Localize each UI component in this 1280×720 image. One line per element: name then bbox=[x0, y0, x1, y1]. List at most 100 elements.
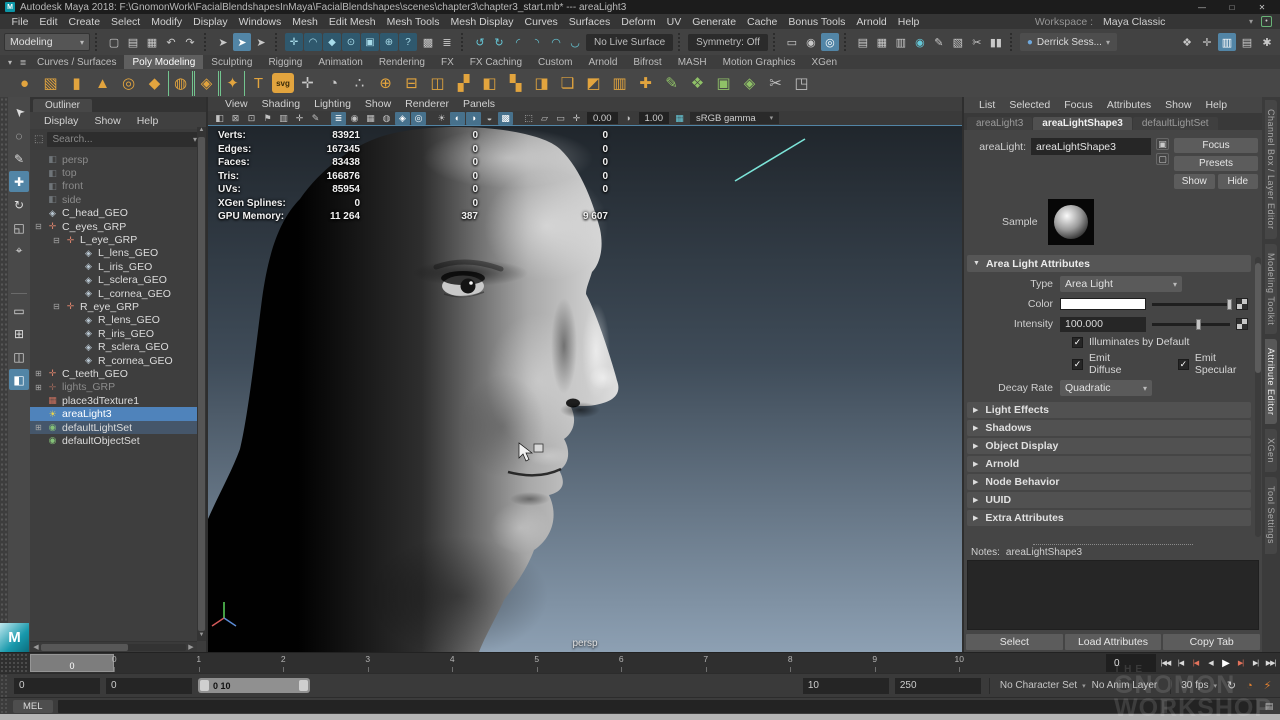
menu-item[interactable]: Display bbox=[36, 115, 86, 127]
range-end-handle[interactable] bbox=[299, 680, 308, 691]
origin-locator-icon[interactable]: ∴ bbox=[347, 71, 372, 96]
shelf-tab[interactable]: Rendering bbox=[371, 55, 433, 69]
menu-item[interactable]: Bonus Tools bbox=[783, 16, 851, 28]
poly-plane-icon[interactable]: ◆ bbox=[142, 71, 167, 96]
mirror-icon[interactable]: ◩ bbox=[581, 71, 606, 96]
cmdline-dock-handle[interactable] bbox=[0, 698, 8, 714]
playback-start-field[interactable]: 0 bbox=[106, 678, 192, 694]
multisample-icon[interactable]: ▩ bbox=[498, 112, 513, 125]
image-plane-icon[interactable]: ▥ bbox=[276, 112, 291, 125]
outliner-item[interactable]: areaLight3 bbox=[30, 407, 197, 420]
gamma-icon[interactable]: ◑ bbox=[621, 112, 636, 125]
outliner-item[interactable]: side bbox=[30, 193, 197, 206]
expand-toggle-icon[interactable]: ⊟ bbox=[53, 236, 64, 245]
universal-manipulator-icon[interactable]: ⌖ bbox=[9, 240, 29, 261]
outliner-item[interactable]: front bbox=[30, 180, 197, 193]
menu-item[interactable]: View bbox=[218, 98, 255, 110]
shelf-tab[interactable]: Animation bbox=[310, 55, 370, 69]
extrude-icon[interactable]: ◨ bbox=[529, 71, 554, 96]
isolate-select-icon[interactable]: ⬚ bbox=[521, 112, 536, 125]
tool-settings-toggle-icon[interactable]: ✱ bbox=[1258, 33, 1276, 51]
viewport-canvas[interactable]: Verts:8392100 Edges:16734500 Faces:83438… bbox=[208, 126, 962, 652]
separate-icon[interactable]: ⊟ bbox=[399, 71, 424, 96]
menu-item[interactable]: Show bbox=[86, 115, 128, 127]
pin-tab-icon[interactable]: ▣ bbox=[1156, 138, 1169, 150]
color-slider[interactable] bbox=[1152, 303, 1230, 306]
expand-toggle-icon[interactable]: ⊞ bbox=[35, 369, 46, 378]
grease-pencil-icon[interactable]: ✎ bbox=[308, 112, 323, 125]
shelf-menu-icon[interactable]: ▾ bbox=[4, 58, 16, 67]
render-settings-icon[interactable]: ▤ bbox=[854, 33, 872, 51]
textured-icon[interactable]: ▦ bbox=[363, 112, 378, 125]
menu-item[interactable]: Display bbox=[188, 16, 233, 28]
xray-icon[interactable]: ◎ bbox=[411, 112, 426, 125]
snap-projected-center-icon[interactable]: ⊙ bbox=[342, 33, 360, 51]
menu-item[interactable]: Arnold bbox=[851, 16, 892, 28]
outliner-item[interactable]: top bbox=[30, 166, 197, 179]
range-slider[interactable]: 0 10 bbox=[198, 678, 310, 693]
expand-toggle-icon[interactable]: ⊟ bbox=[35, 222, 46, 231]
decay-rate-dropdown[interactable]: Quadratic bbox=[1060, 380, 1152, 396]
open-scene-icon[interactable]: ▤ bbox=[124, 33, 142, 51]
boolean-icon[interactable]: ◫ bbox=[425, 71, 450, 96]
shelf-tab[interactable]: Bifrost bbox=[625, 55, 669, 69]
go-to-end-button[interactable]: ▶▶| bbox=[1263, 655, 1278, 672]
shelf-tab[interactable]: Poly Modeling bbox=[124, 55, 203, 69]
measure-distance-icon[interactable]: ◔ bbox=[321, 71, 346, 96]
expand-toggle-icon[interactable]: ⊟ bbox=[53, 302, 64, 311]
rebuild-icon[interactable]: ◝ bbox=[528, 33, 546, 51]
outliner-item[interactable]: L_sclera_GEO bbox=[30, 274, 197, 287]
intensity-map-button[interactable] bbox=[1236, 318, 1248, 330]
attribute-editor-tab[interactable]: areaLight3 bbox=[967, 117, 1032, 130]
lasso-select-tool-icon[interactable]: ◌ bbox=[9, 125, 29, 146]
view-transform-dropdown[interactable]: sRGB gamma bbox=[690, 112, 779, 124]
select-hierarchy-icon[interactable]: ➤ bbox=[214, 33, 232, 51]
outliner-item[interactable]: ⊟ C_eyes_GRP bbox=[30, 220, 197, 233]
close-button[interactable]: ✕ bbox=[1255, 1, 1269, 13]
cluster-icon[interactable]: ◈ bbox=[737, 71, 762, 96]
outliner-item[interactable]: R_lens_GEO bbox=[30, 314, 197, 327]
uv-cut-icon[interactable]: ✂ bbox=[763, 71, 788, 96]
poly-cone-icon[interactable]: ▲ bbox=[90, 71, 115, 96]
shelf-tab[interactable]: Arnold bbox=[580, 55, 625, 69]
attribute-editor-footer-button[interactable]: Select bbox=[966, 634, 1063, 650]
undo-icon[interactable]: ↶ bbox=[162, 33, 180, 51]
list-inputs-icon[interactable]: ↺ bbox=[471, 33, 489, 51]
timeline-dock-handle[interactable] bbox=[0, 653, 28, 673]
play-forward-button[interactable]: ▶ bbox=[1218, 655, 1233, 672]
shelf-tab[interactable]: MASH bbox=[670, 55, 715, 69]
emit-specular-checkbox[interactable] bbox=[1178, 359, 1189, 370]
lock-camera-icon[interactable]: ⊠ bbox=[228, 112, 243, 125]
menu-item[interactable]: Help bbox=[1198, 99, 1234, 111]
character-controls-icon[interactable]: ✛ bbox=[1198, 33, 1216, 51]
area-light-attributes-section[interactable]: Area Light Attributes bbox=[967, 255, 1251, 272]
light-editor-icon[interactable]: ▥ bbox=[892, 33, 910, 51]
attribute-section-header[interactable]: UUID bbox=[967, 492, 1251, 508]
live-surface-field[interactable]: No Live Surface bbox=[586, 34, 673, 51]
step-forward-frame-button[interactable]: ▶| bbox=[1248, 655, 1263, 672]
uv-editor-icon[interactable]: ▧ bbox=[949, 33, 967, 51]
construction-history-icon[interactable]: ◜ bbox=[509, 33, 527, 51]
emit-diffuse-checkbox[interactable] bbox=[1072, 359, 1083, 370]
look-dev-icon[interactable]: ◉ bbox=[911, 33, 929, 51]
focus-button[interactable]: Focus bbox=[1174, 138, 1258, 153]
view-transform-icon[interactable]: ▦ bbox=[672, 112, 687, 125]
menu-item[interactable]: Shading bbox=[255, 98, 308, 110]
outliner-item[interactable]: L_cornea_GEO bbox=[30, 287, 197, 300]
attribute-section-header[interactable]: Light Effects bbox=[967, 402, 1251, 418]
make-live-icon[interactable]: ⊕ bbox=[380, 33, 398, 51]
bookmark-icon[interactable]: ⚑ bbox=[260, 112, 275, 125]
go-to-start-button[interactable]: |◀◀ bbox=[1158, 655, 1173, 672]
sidebar-panel-tab[interactable]: XGen bbox=[1265, 429, 1277, 472]
node-name-field[interactable]: areaLightShape3 bbox=[1031, 138, 1151, 155]
attribute-section-header[interactable]: Extra Attributes bbox=[967, 510, 1251, 526]
channel-box-toggle-icon[interactable]: ▥ bbox=[1218, 33, 1236, 51]
menu-item[interactable]: File bbox=[6, 16, 34, 28]
snap-view-plane-icon[interactable]: ▣ bbox=[361, 33, 379, 51]
field-chart-icon[interactable]: ▱ bbox=[537, 112, 552, 125]
menu-item[interactable]: Selected bbox=[1002, 99, 1057, 111]
outliner-item[interactable]: R_iris_GEO bbox=[30, 327, 197, 340]
outliner-item[interactable]: R_sclera_GEO bbox=[30, 340, 197, 353]
poly-cylinder-icon[interactable]: ▮ bbox=[64, 71, 89, 96]
combine-icon[interactable]: ⊕ bbox=[373, 71, 398, 96]
